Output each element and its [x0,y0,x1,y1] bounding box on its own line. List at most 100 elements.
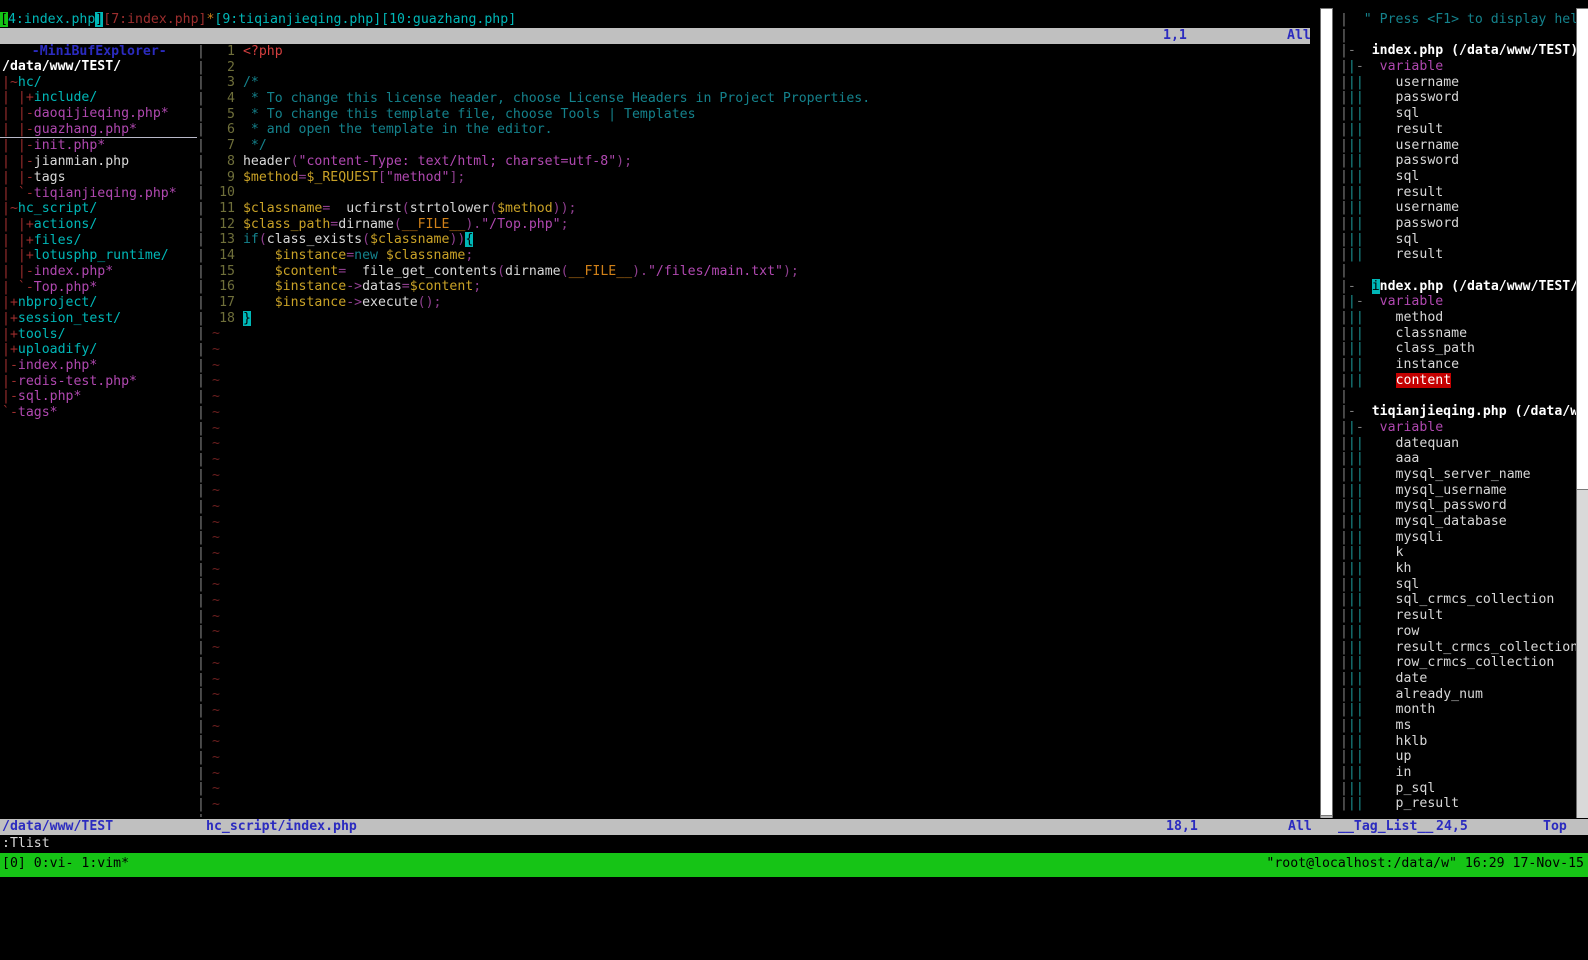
taglist-fold-marker[interactable]: - [1348,404,1372,419]
taglist-tag-row[interactable]: ||| method [1332,310,1580,326]
taglist-tag-label[interactable]: row_crmcs_collection [1364,655,1555,670]
taglist-tag-label[interactable]: class_path [1364,341,1475,356]
file-tree-panel[interactable]: /data/www/TEST/ |~hc/| |+include/| |-dao… [0,59,197,817]
file-tree-item[interactable]: |+uploadify/ [0,342,197,358]
buffer-tab[interactable]: [10:guazhang.php] [381,12,516,27]
taglist-tag-row[interactable]: ||| month [1332,702,1580,718]
taglist-tag-label[interactable]: mysql_username [1364,483,1507,498]
taglist-tag-label[interactable]: mysql_database [1364,514,1507,529]
taglist-tag-row[interactable]: ||| result [1332,122,1580,138]
taglist-tag-row[interactable]: ||| mysqli [1332,530,1580,546]
taglist-tag-row[interactable]: ||| sql [1332,232,1580,248]
taglist-tag-label[interactable]: already_num [1364,687,1483,702]
taglist-fold-marker[interactable]: - [1348,43,1372,58]
taglist-tag-label[interactable]: kh [1364,561,1412,576]
taglist-tag-label[interactable]: date [1364,671,1428,686]
taglist-kind-header[interactable]: ||- variable [1332,420,1580,436]
taglist-tag-row[interactable]: ||| kh [1332,561,1580,577]
taglist-tag-row[interactable]: ||| k [1332,545,1580,561]
taglist-tag-row[interactable]: ||| already_num [1332,687,1580,703]
file-tree-item[interactable]: |~hc_script/ [0,201,197,217]
taglist-tag-label[interactable]: username [1364,138,1460,153]
taglist-fold-marker[interactable]: - [1356,59,1372,74]
taglist-tag-row[interactable]: ||| mysql_server_name [1332,467,1580,483]
taglist-tag-label[interactable]: hklb [1364,734,1428,749]
tmux-window-list[interactable]: [0] 0:vi- 1:vim* [2,856,129,872]
taglist-scrollbar-thumb[interactable] [1577,8,1588,490]
editor-line[interactable]: 4 * To change this license header, choos… [205,91,1315,107]
taglist-tag-row[interactable]: ||| password [1332,216,1580,232]
editor-line[interactable]: 13 if(class_exists($classname)){ [205,232,1315,248]
taglist-tag-row[interactable]: ||| password [1332,153,1580,169]
editor-line[interactable]: 10 [205,185,1315,201]
minibufexplorer-tabline[interactable]: [4:index.php][7:index.php]*[9:tiqianjieq… [0,12,1310,28]
taglist-tag-label[interactable]: password [1364,216,1460,231]
editor-line[interactable]: 6 * and open the template in the editor. [205,122,1315,138]
editor-line[interactable]: 8 header("content-Type: text/html; chars… [205,154,1315,170]
file-tree-item[interactable]: | `-tiqianjieqing.php* [0,186,197,202]
file-tree-item[interactable]: |-index.php* [0,358,197,374]
taglist-tag-row[interactable]: ||| result [1332,608,1580,624]
editor-scrollbar-thumb[interactable] [1321,8,1332,816]
editor-line[interactable]: 17 $instance->execute(); [205,295,1315,311]
file-tree-item[interactable]: | |+lotusphp_runtime/ [0,248,197,264]
taglist-tag-row[interactable]: ||| sql [1332,169,1580,185]
taglist-tag-label[interactable]: p_sql [1364,781,1436,796]
taglist-tag-label[interactable]: aaa [1364,451,1420,466]
taglist-tag-label[interactable]: p_result [1364,796,1460,811]
taglist-tag-row[interactable]: ||| classname [1332,326,1580,342]
taglist-tag-label[interactable]: content [1364,372,1452,388]
taglist-tag-label[interactable]: k [1364,545,1404,560]
taglist-fold-marker[interactable]: - [1348,279,1372,294]
taglist-tag-row[interactable]: ||| content [1332,372,1580,389]
file-tree-item[interactable]: | |-daoqijieqing.php* [0,106,197,122]
file-tree-item[interactable]: | |-index.php* [0,264,197,280]
file-tree-item[interactable]: |+session_test/ [0,311,197,327]
editor-line[interactable]: 7 */ [205,138,1315,154]
taglist-fold-marker[interactable]: - [1356,294,1372,309]
taglist-tag-label[interactable]: method [1364,310,1444,325]
taglist-tag-label[interactable]: mysql_password [1364,498,1507,513]
file-tree-items[interactable]: |~hc/| |+include/| |-daoqijieqing.php* | … [0,75,197,421]
file-tree-item[interactable]: | |+files/ [0,233,197,249]
taglist-tag-label[interactable]: row [1364,624,1420,639]
file-tree-item[interactable]: `-tags* [0,405,197,421]
taglist-tag-row[interactable]: ||| datequan [1332,436,1580,452]
taglist-tag-label[interactable]: ms [1364,718,1412,733]
buffer-tab-bracket-open[interactable]: [ [0,12,8,27]
taglist-tag-row[interactable]: ||| username [1332,75,1580,91]
vim-command-line[interactable]: :Tlist [0,836,1588,852]
file-tree-item[interactable]: |-redis-test.php* [0,374,197,390]
taglist-tag-label[interactable]: classname [1364,326,1467,341]
taglist-tag-label[interactable]: result_crmcs_collection [1364,640,1579,655]
taglist-tag-row[interactable]: ||| mysql_password [1332,498,1580,514]
file-tree-item[interactable]: | |+include/ [0,90,197,106]
tmux-status-bar[interactable]: [0] 0:vi- 1:vim* "root@localhost:/data/w… [0,853,1588,877]
taglist-tag-row[interactable]: ||| in [1332,765,1580,781]
taglist-tag-label[interactable]: instance [1364,357,1460,372]
code-editor[interactable]: 1 <?php 2 3 /* 4 * To change this license … [205,44,1315,817]
taglist-tag-label[interactable]: sql [1364,577,1420,592]
taglist-tag-label[interactable]: result [1364,122,1444,137]
taglist-tag-label[interactable]: sql [1364,232,1420,247]
taglist-tag-label[interactable]: sql [1364,106,1420,121]
taglist-tag-label[interactable]: result [1364,247,1444,262]
taglist-tag-row[interactable]: ||| mysql_database [1332,514,1580,530]
taglist-file-header[interactable]: |- tiqianjieqing.php (/data/ww [1332,404,1580,420]
taglist-tag-row[interactable]: ||| password [1332,90,1580,106]
taglist-tag-label[interactable]: password [1364,90,1460,105]
editor-line[interactable]: 3 /* [205,75,1315,91]
taglist-tag-row[interactable]: ||| result [1332,247,1580,263]
editor-line[interactable]: 14 $instance=new $classname; [205,248,1315,264]
editor-line[interactable]: 18 } [205,310,1315,327]
file-tree-item[interactable]: | |-guazhang.php* [0,122,197,139]
taglist-tag-label[interactable]: datequan [1364,436,1460,451]
file-tree-item[interactable]: | |+actions/ [0,217,197,233]
taglist-tag-label[interactable]: username [1364,200,1460,215]
taglist-tag-row[interactable]: ||| p_sql [1332,781,1580,797]
file-tree-item[interactable]: | |-tags [0,170,197,186]
file-tree-item[interactable]: |-sql.php* [0,389,197,405]
taglist-tag-row[interactable]: ||| up [1332,749,1580,765]
taglist-tag-row[interactable]: ||| sql_crmcs_collection [1332,592,1580,608]
editor-line[interactable]: 12 $class_path=dirname(__FILE__)."/Top.p… [205,217,1315,233]
